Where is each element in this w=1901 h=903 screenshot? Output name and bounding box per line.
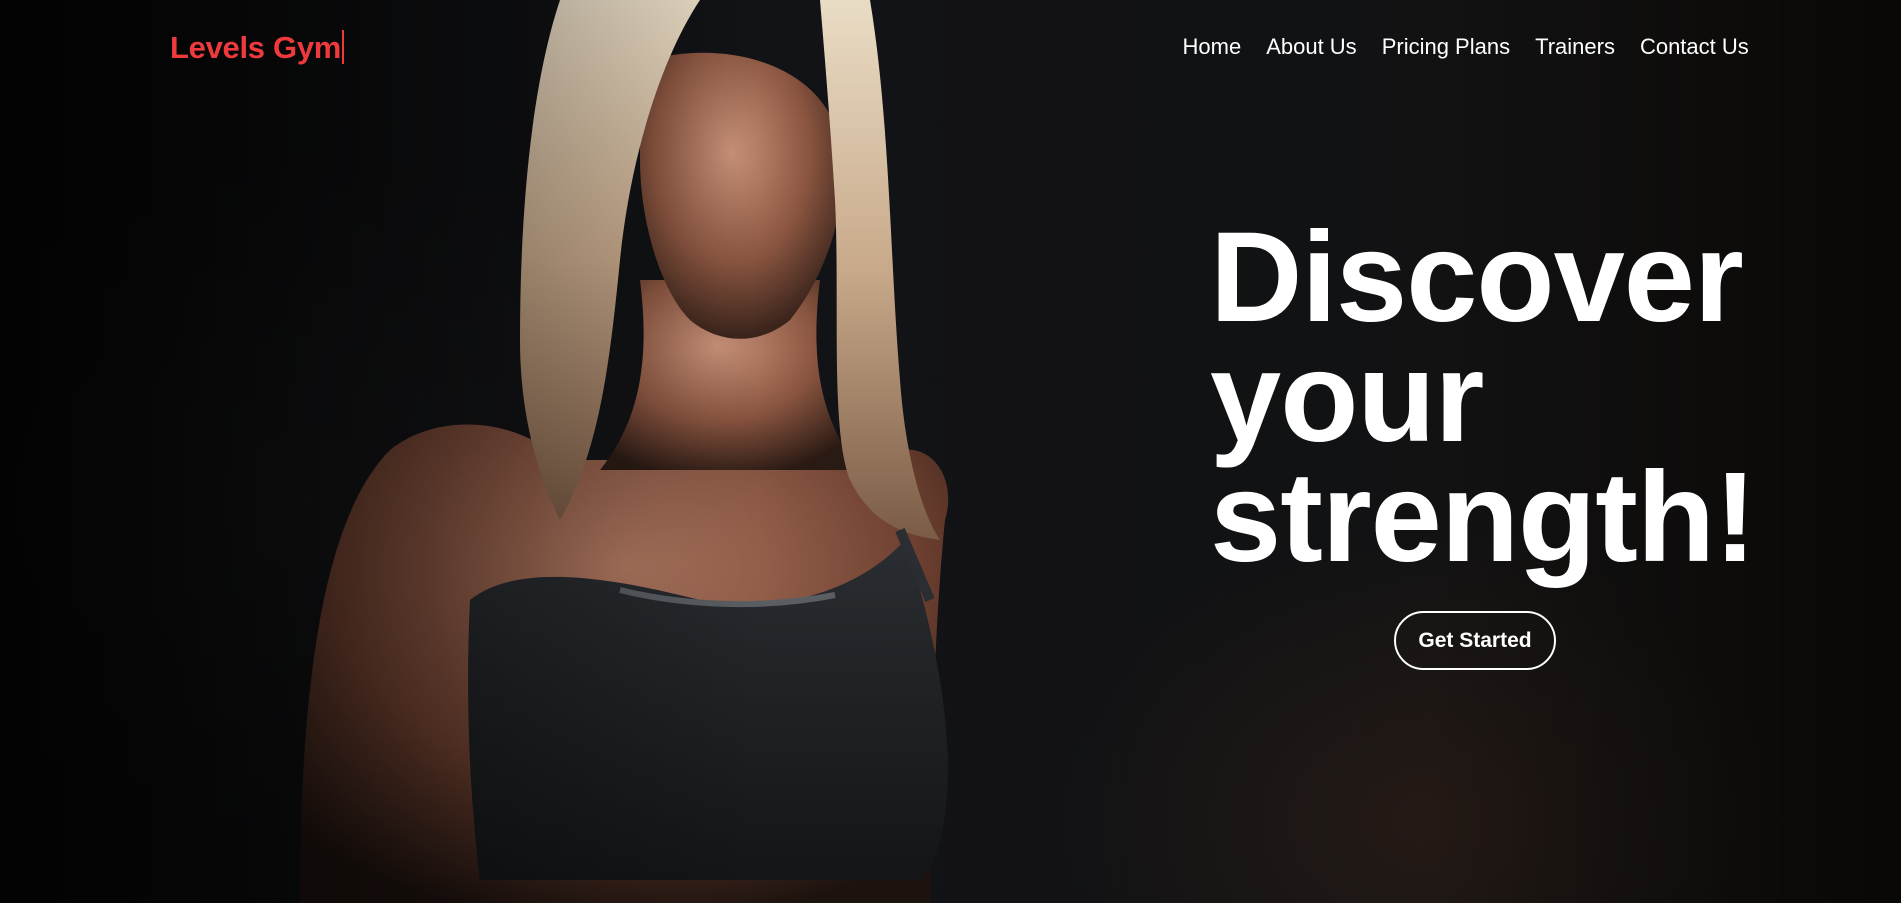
nav-item-about-us: About Us bbox=[1254, 30, 1370, 64]
headline-line-2: your bbox=[1210, 326, 1484, 469]
text-caret bbox=[342, 30, 345, 64]
nav-link-about-us[interactable]: About Us bbox=[1254, 30, 1370, 64]
brand-logo[interactable]: Levels Gym bbox=[170, 28, 345, 68]
nav-item-pricing-plans: Pricing Plans bbox=[1369, 30, 1522, 64]
brand-name: Levels Gym bbox=[170, 30, 342, 65]
nav-item-contact-us: Contact Us bbox=[1627, 30, 1761, 64]
nav-link-contact-us[interactable]: Contact Us bbox=[1627, 30, 1761, 64]
nav-item-trainers: Trainers bbox=[1523, 30, 1628, 64]
nav-link-trainers[interactable]: Trainers bbox=[1523, 30, 1628, 64]
main-nav: Home About Us Pricing Plans Trainers Con… bbox=[1170, 30, 1761, 64]
headline-line-1: Discover bbox=[1210, 206, 1744, 349]
nav-item-home: Home bbox=[1170, 30, 1254, 64]
headline-line-3: strength! bbox=[1210, 446, 1757, 589]
nav-link-home[interactable]: Home bbox=[1170, 30, 1254, 64]
nav-link-pricing-plans[interactable]: Pricing Plans bbox=[1369, 30, 1522, 64]
get-started-button[interactable]: Get Started bbox=[1394, 611, 1556, 670]
hero-section: Levels Gym Home About Us Pricing Plans T… bbox=[0, 0, 1901, 903]
hero-headline: Discover your strength! bbox=[1210, 206, 1757, 589]
